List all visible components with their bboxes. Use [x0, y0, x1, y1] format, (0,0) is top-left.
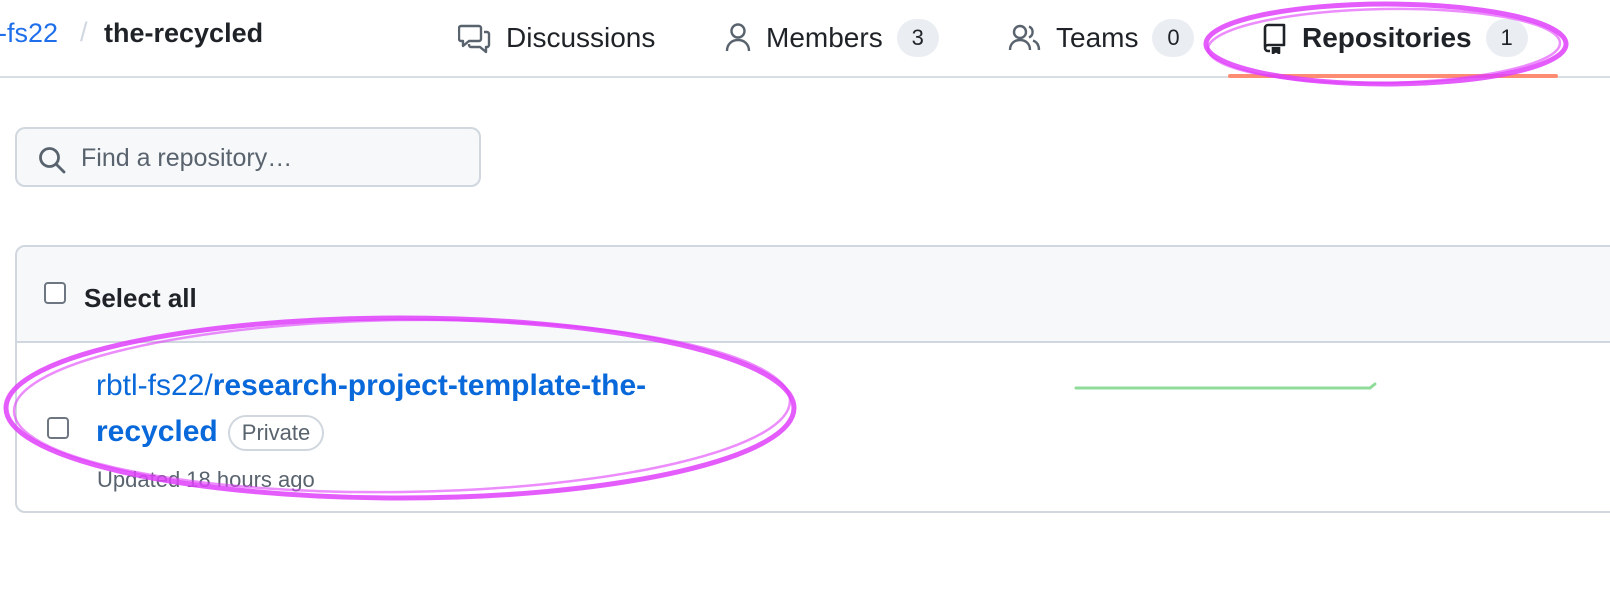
select-all-label: Select all: [84, 283, 197, 313]
tab-repositories-label: Repositories: [1302, 22, 1472, 53]
repository-list-header: Select all: [17, 247, 1610, 343]
breadcrumb-separator: /: [80, 17, 88, 47]
tab-discussions[interactable]: Discussions: [458, 0, 655, 76]
repo-owner: rbtl-fs22/: [96, 369, 213, 402]
table-row: rbtl-fs22/research-project-template-the-…: [17, 343, 1610, 511]
tab-members[interactable]: Members 3: [724, 0, 939, 76]
selected-tab-underline: [1228, 74, 1558, 78]
people-icon: [1008, 22, 1042, 54]
repo-updated-time: Updated 18 hours ago: [97, 467, 315, 492]
breadcrumb-team-name: the-recycled: [104, 18, 264, 48]
tab-discussions-label: Discussions: [506, 22, 656, 53]
tab-members-label: Members: [766, 22, 883, 53]
tab-teams[interactable]: Teams 0: [1008, 0, 1195, 76]
select-all-checkbox[interactable]: [44, 282, 66, 304]
breadcrumb-org-link[interactable]: -fs22: [0, 18, 58, 49]
person-icon: [724, 22, 752, 54]
repo-row-checkbox[interactable]: [47, 417, 69, 439]
tab-teams-label: Teams: [1056, 22, 1139, 53]
visibility-badge: Private: [227, 415, 325, 452]
comment-discussion-icon: [458, 22, 492, 54]
repository-search: [15, 127, 481, 187]
teams-count-badge: 0: [1152, 19, 1195, 57]
members-count-badge: 3: [896, 19, 939, 57]
repo-icon: [1260, 22, 1288, 54]
repo-link[interactable]: rbtl-fs22/research-project-template-the-…: [96, 363, 756, 455]
search-input[interactable]: [79, 137, 473, 179]
team-header: -fs22 / the-recycled Discussions Members…: [0, 0, 1610, 78]
search-icon: [37, 145, 67, 180]
tab-repositories[interactable]: Repositories 1: [1260, 0, 1528, 76]
repositories-count-badge: 1: [1485, 19, 1528, 57]
repository-list: Select all rbtl-fs22/research-project-te…: [15, 245, 1610, 513]
